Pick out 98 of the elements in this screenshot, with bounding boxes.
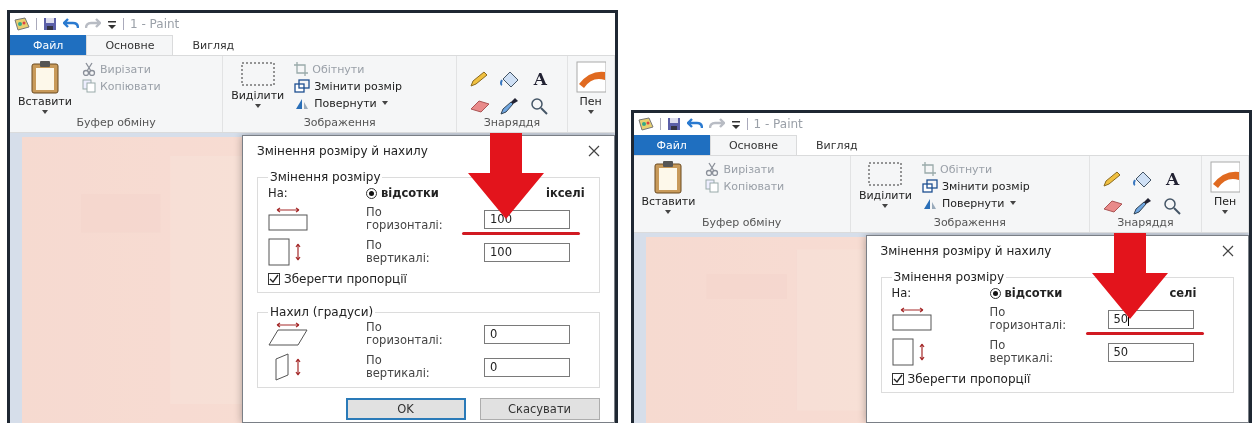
paint-app-icon [637, 117, 654, 131]
field-label: По горизонталі: [366, 321, 444, 347]
input-field[interactable]: 100 [484, 242, 570, 262]
ok-button[interactable]: OK [345, 398, 466, 420]
horizontal-resize-icon [891, 307, 932, 331]
eraser-icon [469, 97, 492, 114]
ribbon-tab[interactable]: Основне [709, 135, 797, 155]
copy-icon [705, 179, 720, 193]
resize-icon [294, 79, 311, 93]
ribbon-button[interactable]: Вставити [16, 60, 74, 116]
crop-icon [294, 62, 309, 76]
caret-icon [664, 209, 673, 215]
checkbox[interactable]: Зберегти пропорції [268, 272, 589, 286]
eraser-icon [1101, 197, 1124, 214]
ribbon-button[interactable]: Виділити [229, 60, 287, 116]
cancel-button[interactable]: Скасувати [479, 398, 600, 420]
ribbon-tab[interactable]: Основне [86, 35, 174, 55]
option-label: ікселі [546, 186, 586, 200]
input-field[interactable]: 50 [1107, 309, 1194, 329]
window-title: 1 - Paint [753, 117, 803, 131]
caret-icon [1221, 209, 1229, 215]
input-field[interactable]: 0 [484, 357, 570, 377]
selection-icon [239, 60, 276, 88]
field-label: По горизонталі: [989, 306, 1068, 332]
horizontal-skew-icon [268, 322, 308, 346]
group-label: Зображення [302, 116, 377, 131]
group-label: Знаряддя [1116, 216, 1175, 231]
caret-icon [881, 203, 890, 209]
ribbon-button[interactable]: Пен [1208, 160, 1242, 216]
checkbox[interactable]: Зберегти пропорції [891, 372, 1223, 386]
file-menu-tab[interactable]: Файл [10, 35, 87, 55]
group-title: Змінення розміру [892, 270, 1005, 284]
clipboard-icon [653, 160, 684, 194]
copy-icon [81, 79, 96, 93]
group-label: Буфер обміну [75, 116, 157, 131]
group-title: Змінення розміру [269, 170, 382, 184]
field-label: По вертикалі: [366, 354, 431, 380]
ribbon-tab[interactable]: Вигляд [796, 135, 877, 155]
close-icon[interactable] [1222, 245, 1234, 257]
field-label: По горизонталі: [366, 206, 444, 232]
magnifier-icon [529, 96, 550, 115]
scissors-icon [705, 162, 720, 176]
group-label: Буфер обміну [701, 216, 783, 231]
scissors-icon [81, 62, 96, 76]
close-icon[interactable] [587, 145, 600, 157]
caret-icon [380, 100, 389, 106]
color-picker-icon [1131, 196, 1152, 215]
ribbon-button[interactable]: Виділити [856, 160, 914, 216]
option-label: селі [1169, 286, 1198, 300]
magnifier-icon [1161, 196, 1182, 215]
ribbon-button[interactable]: Повернути [922, 196, 1030, 210]
undo-icon [686, 117, 703, 131]
customize-toolbar-icon [730, 118, 741, 130]
ribbon-button[interactable]: Вставити [639, 160, 698, 216]
text-tool[interactable]: A [1161, 169, 1184, 188]
caret-icon [586, 109, 595, 115]
group-label: Знаряддя [482, 116, 542, 131]
caret-icon [1008, 200, 1017, 206]
horizontal-resize-icon [268, 207, 308, 231]
brush-icon [1210, 160, 1240, 194]
resize-icon [922, 179, 938, 193]
caret-icon [40, 109, 49, 115]
redo-icon [85, 17, 101, 31]
text-tool[interactable]: A [529, 69, 552, 88]
caret-icon [253, 103, 262, 109]
field-label: По вертикалі: [989, 339, 1055, 365]
group-label: Зображення [932, 216, 1007, 231]
save-icon [666, 117, 681, 131]
input-field[interactable]: 50 [1107, 342, 1194, 362]
input-field[interactable]: 0 [484, 324, 570, 344]
dialog-title: Змінення розміру й нахилу [257, 144, 428, 158]
selection-icon [867, 160, 904, 188]
fill-bucket-icon [1131, 169, 1154, 188]
brush-icon [575, 60, 606, 94]
save-icon [43, 17, 57, 31]
paint-app-icon [14, 17, 30, 31]
window-title: 1 - Paint [130, 17, 180, 31]
dialog-title: Змінення розміру й нахилу [880, 244, 1052, 258]
checkmark-icon [269, 274, 279, 284]
color-picker-icon [499, 96, 520, 115]
ribbon-button[interactable]: Пен [573, 60, 608, 116]
pencil-icon [1101, 169, 1122, 188]
clipboard-icon [29, 60, 60, 94]
field-label: На: [268, 186, 289, 200]
checkmark-icon [892, 374, 903, 384]
ribbon-button[interactable]: Змінити розмір [294, 79, 402, 93]
field-label: На: [891, 286, 913, 300]
redo-icon [708, 117, 725, 131]
crop-icon [922, 162, 936, 176]
ribbon-tab[interactable]: Вигляд [173, 35, 254, 55]
group-title: Нахил (градуси) [269, 305, 375, 319]
customize-toolbar-icon [107, 18, 117, 30]
ribbon-button[interactable]: Повернути [294, 96, 402, 110]
ribbon-button[interactable]: Змінити розмір [922, 179, 1030, 193]
field-label: По вертикалі: [366, 239, 431, 265]
file-menu-tab[interactable]: Файл [633, 135, 710, 155]
pencil-icon [469, 69, 490, 88]
undo-icon [63, 17, 79, 31]
